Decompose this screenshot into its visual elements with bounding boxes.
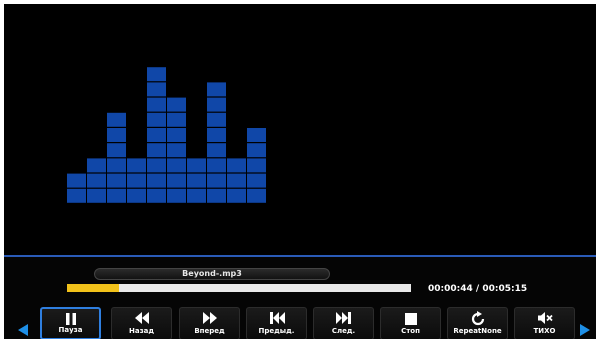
visualizer-block [147, 188, 166, 203]
next-track-icon [314, 311, 373, 327]
time-display: 00:00:44 / 00:05:15 [428, 284, 528, 294]
mute-label: ТИХО [533, 327, 556, 335]
visualizer-block [67, 173, 86, 188]
visualizer-block [167, 188, 186, 203]
spectrum-visualizer [67, 67, 266, 203]
visualizer-block [207, 82, 226, 97]
rewind-button[interactable]: Назад [111, 307, 172, 339]
visualizer-block [247, 128, 266, 142]
mute-button[interactable]: ТИХО [514, 307, 575, 339]
visualizer-block [187, 158, 206, 173]
track-title: Beyond-.mp3 [94, 268, 330, 280]
fast-forward-label: Вперед [194, 327, 225, 335]
visualizer-block [187, 173, 206, 188]
previous-track-button[interactable]: Предыд. [246, 307, 307, 339]
visualizer-block [227, 158, 246, 173]
control-panel: Beyond-.mp3 00:00:44 / 00:05:15 Пауза На… [4, 255, 596, 339]
visualizer-block [247, 173, 266, 188]
media-player-screen: Beyond-.mp3 00:00:44 / 00:05:15 Пауза На… [4, 4, 596, 339]
visualizer-block [247, 188, 266, 203]
mute-icon [515, 311, 574, 327]
visualizer-block [207, 158, 226, 173]
scroll-right-arrow-icon[interactable] [580, 324, 590, 336]
visualizer-block [167, 112, 186, 127]
visualizer-block [247, 143, 266, 158]
repeat-icon [448, 311, 507, 327]
fast-forward-icon [180, 311, 239, 327]
pause-label: Пауза [58, 326, 83, 334]
visualizer-block [87, 158, 106, 173]
visualizer-block [167, 173, 186, 188]
visualizer-block [107, 188, 126, 203]
visualizer-block [107, 158, 126, 173]
fast-forward-button[interactable]: Вперед [179, 307, 240, 339]
visualizer-block [127, 158, 146, 173]
next-track-label: След. [331, 327, 356, 335]
previous-track-icon [247, 311, 306, 327]
rewind-icon [112, 311, 171, 327]
visualizer-block [207, 188, 226, 203]
visualizer-block [87, 173, 106, 188]
visualizer-block [227, 188, 246, 203]
visualizer-block [167, 143, 186, 158]
visualizer-block [227, 173, 246, 188]
stop-label: Стоп [401, 327, 420, 335]
visualizer-block [147, 128, 166, 142]
stop-icon [381, 311, 440, 327]
visualizer-block [147, 82, 166, 97]
visualizer-block [207, 128, 226, 142]
next-track-button[interactable]: След. [313, 307, 374, 339]
progress-bar[interactable] [67, 284, 411, 292]
visualizer-block [207, 97, 226, 112]
visualizer-block [87, 188, 106, 203]
visualizer-block [207, 143, 226, 158]
visualizer-block [107, 128, 126, 142]
visualizer-block [247, 158, 266, 173]
visualizer-block [147, 173, 166, 188]
rewind-label: Назад [128, 327, 155, 335]
visualizer-block [67, 188, 86, 203]
repeat-button[interactable]: RepeatNone [447, 307, 508, 339]
visualizer-block [147, 97, 166, 112]
previous-track-label: Предыд. [258, 327, 295, 335]
visualizer-block [127, 173, 146, 188]
visualizer-block [147, 112, 166, 127]
visualizer-block [187, 188, 206, 203]
visualizer-block [147, 67, 166, 82]
visualizer-block [207, 173, 226, 188]
pause-button[interactable]: Пауза [40, 307, 101, 339]
visualizer-block [107, 173, 126, 188]
visualizer-block [167, 158, 186, 173]
visualizer-block [107, 143, 126, 158]
visualizer-block [167, 128, 186, 142]
visualizer-block [127, 188, 146, 203]
repeat-label: RepeatNone [453, 327, 502, 335]
stop-button[interactable]: Стоп [380, 307, 441, 339]
visualizer-block [167, 97, 186, 112]
progress-fill [67, 284, 119, 292]
visualizer-block [147, 143, 166, 158]
scroll-left-arrow-icon[interactable] [18, 324, 28, 336]
visualizer-block [147, 158, 166, 173]
visualizer-block [207, 112, 226, 127]
visualizer-block [107, 112, 126, 127]
